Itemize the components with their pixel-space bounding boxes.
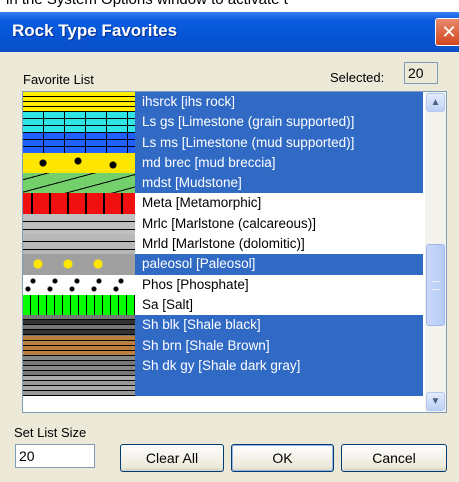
list-item-label: ihsrck [ihs rock] xyxy=(142,94,236,109)
background-text: in the System Options window to activate… xyxy=(6,0,288,8)
list-item[interactable]: Mrld [Marlstone (dolomitic)] xyxy=(23,234,423,255)
list-item[interactable]: Sh blk [Shale black] xyxy=(23,315,423,336)
list-item[interactable]: ihsrck [ihs rock] xyxy=(23,92,423,113)
list-item[interactable]: md brec [mud breccia] xyxy=(23,152,423,174)
list-item[interactable]: Sh dk gy [Shale dark gray] xyxy=(23,355,423,377)
list-item-label: Sh blk [Shale black] xyxy=(142,317,261,333)
list-item-label: Ls ms [Limestone (mud supported)] xyxy=(142,134,355,150)
selected-label: Selected: xyxy=(330,70,385,85)
paleosol-pattern-icon xyxy=(23,254,135,275)
limestone-mud-pattern-icon xyxy=(23,132,135,153)
marlstone-dolo-pattern-icon xyxy=(23,234,135,255)
list-size-input[interactable]: 20 xyxy=(15,444,95,468)
dialog-title: Rock Type Favorites xyxy=(12,21,178,40)
list-item[interactable]: Ls ms [Limestone (mud supported)] xyxy=(23,132,423,153)
list-item-label: md brec [mud breccia] xyxy=(142,154,276,170)
background-window-strip: in the System Options window to activate… xyxy=(0,0,459,12)
marlstone-calc-pattern-icon xyxy=(23,213,135,235)
list-item[interactable]: Sa [Salt] xyxy=(23,294,423,316)
list-item-label: Meta [Metamorphic] xyxy=(142,195,262,211)
shale-black-pattern-icon xyxy=(23,315,135,336)
metamorphic-pattern-icon xyxy=(23,193,135,214)
list-item-label: Mrlc [Marlstone (calcareous)] xyxy=(142,215,317,231)
list-item-label: paleosol [Paleosol] xyxy=(142,256,256,272)
title-bar: Rock Type Favorites ✕ xyxy=(0,12,459,52)
chevron-down-icon[interactable]: ▼ xyxy=(426,392,445,411)
list-item-label: mdst [Mudstone] xyxy=(142,175,242,191)
list-item-label: Sh brn [Shale Brown] xyxy=(142,337,270,353)
chevron-up-icon[interactable]: ▲ xyxy=(426,93,445,112)
ok-button[interactable]: OK xyxy=(231,444,334,472)
mudstone-pattern-icon xyxy=(23,173,135,194)
list-item-label: Sa [Salt] xyxy=(142,296,194,312)
salt-pattern-icon xyxy=(23,294,135,316)
scroll-thumb[interactable] xyxy=(426,244,445,326)
favorite-list-label: Favorite List xyxy=(23,72,94,87)
shale-brown-pattern-icon xyxy=(23,335,135,356)
limestone-grain-pattern-icon xyxy=(23,112,135,133)
cancel-button[interactable]: Cancel xyxy=(341,444,447,472)
list-item[interactable]: Ls gs [Limestone (grain supported)] xyxy=(23,112,423,133)
list-item[interactable] xyxy=(23,376,423,397)
list-item[interactable]: Meta [Metamorphic] xyxy=(23,193,423,214)
close-icon[interactable]: ✕ xyxy=(435,18,459,46)
grip-icon xyxy=(432,281,440,290)
list-item-label: Sh dk gy [Shale dark gray] xyxy=(142,357,301,373)
set-list-size-label: Set List Size xyxy=(14,425,87,440)
list-item[interactable]: paleosol [Paleosol] xyxy=(23,254,423,275)
clear-all-button[interactable]: Clear All xyxy=(120,444,224,472)
selected-count: 20 xyxy=(404,62,438,84)
list-rows: ihsrck [ihs rock] Ls gs [Limestone (grain… xyxy=(23,92,423,397)
vertical-scrollbar[interactable]: ▲ ▼ xyxy=(425,92,446,412)
ihs-rock-pattern-icon xyxy=(23,92,135,113)
list-item[interactable]: Sh brn [Shale Brown] xyxy=(23,335,423,356)
phosphate-pattern-icon xyxy=(23,274,135,295)
list-item-label: Mrld [Marlstone (dolomitic)] xyxy=(142,236,305,252)
list-item[interactable]: Phos [Phosphate] xyxy=(23,274,423,295)
favorite-listbox[interactable]: ihsrck [ihs rock] Ls gs [Limestone (grain… xyxy=(22,91,447,413)
list-item-label: Phos [Phosphate] xyxy=(142,276,249,292)
mud-breccia-pattern-icon xyxy=(23,152,135,174)
list-item[interactable]: mdst [Mudstone] xyxy=(23,173,423,194)
list-item-label: Ls gs [Limestone (grain supported)] xyxy=(142,114,355,130)
shale-gray-pattern-icon xyxy=(23,376,135,397)
shale-dark-gray-pattern-icon xyxy=(23,355,135,377)
list-item[interactable]: Mrlc [Marlstone (calcareous)] xyxy=(23,213,423,235)
